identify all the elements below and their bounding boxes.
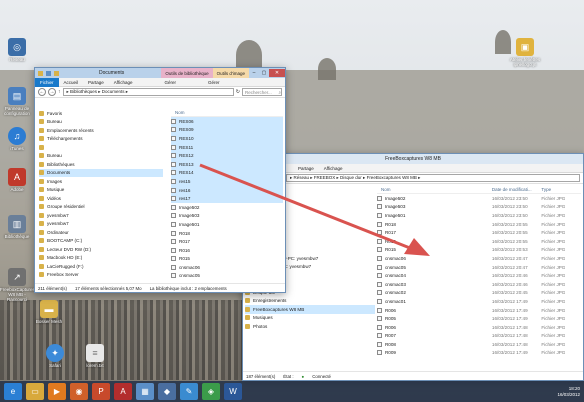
word-icon[interactable]: W xyxy=(224,383,242,400)
powerpoint-icon[interactable]: P xyxy=(92,383,110,400)
internet-explorer-icon[interactable]: e xyxy=(4,383,22,400)
arrow-line xyxy=(199,163,416,252)
taskbar: e ▭ ▶ ◉ P A ▦ ◆ ✎ ◈ W 18:20 16/03/2012 xyxy=(0,381,584,402)
file-explorer-icon[interactable]: ▭ xyxy=(26,383,44,400)
store-icon[interactable]: ◈ xyxy=(202,383,220,400)
drag-arrow xyxy=(199,163,430,256)
photos-icon[interactable]: ▦ xyxy=(136,383,154,400)
paint-icon[interactable]: ✎ xyxy=(180,383,198,400)
system-tray-clock[interactable]: 18:20 16/03/2012 xyxy=(557,386,580,398)
clock-date: 16/03/2012 xyxy=(557,391,580,397)
windows-media-player-icon[interactable]: ▶ xyxy=(48,383,66,400)
acrobat-icon[interactable]: A xyxy=(114,383,132,400)
app-icon[interactable]: ◆ xyxy=(158,383,176,400)
firefox-icon[interactable]: ◉ xyxy=(70,383,88,400)
